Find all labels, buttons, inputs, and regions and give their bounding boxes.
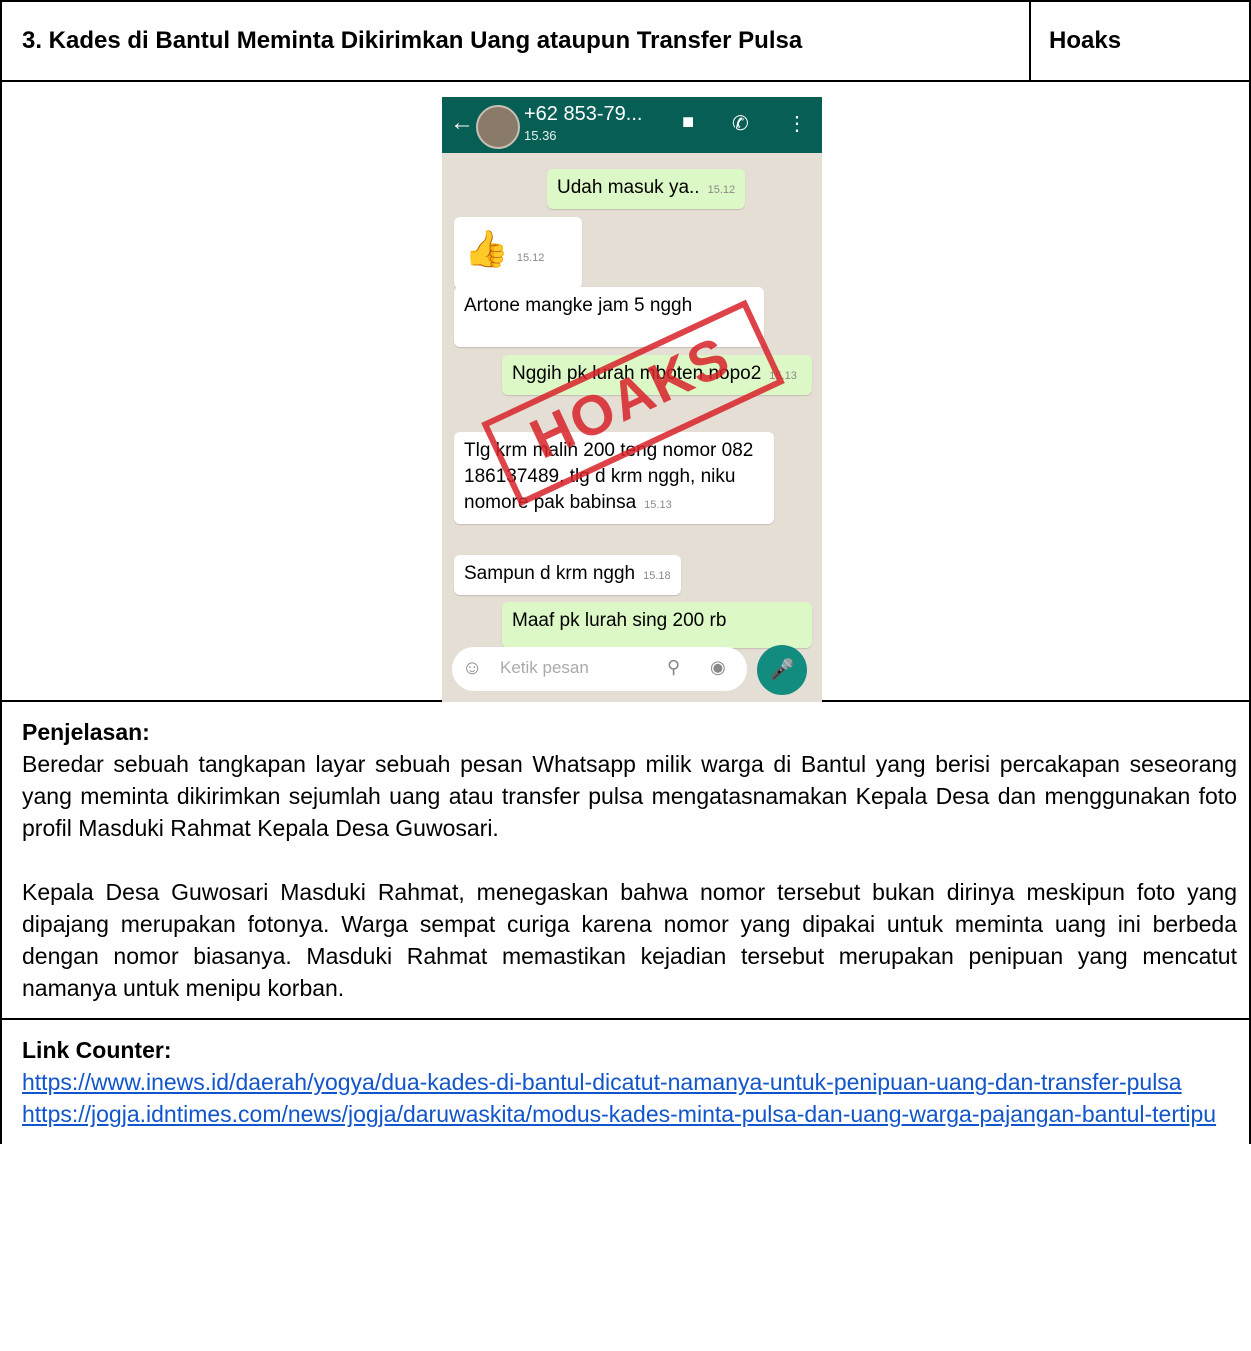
message-text: Sampun d krm nggh (464, 563, 636, 584)
phone-icon: ✆ (732, 113, 749, 135)
message-bubble: Maaf pk lurah sing 200 rb (502, 602, 812, 648)
input-placeholder: Ketik pesan (500, 658, 589, 677)
more-icon: ⋮ (787, 113, 807, 135)
report-table: 3. Kades di Bantul Meminta Dikirimkan Ua… (0, 0, 1251, 1144)
message-text: Udah masuk ya.. (557, 177, 700, 198)
message-bubble: Sampun d krm nggh 15.18 (454, 555, 681, 595)
hoax-report: 3. Kades di Bantul Meminta Dikirimkan Ua… (0, 0, 1251, 1144)
message-input[interactable]: ☺ Ketik pesan ⚲ ◉ (452, 647, 747, 691)
emoji-icon[interactable]: ☺ (462, 657, 482, 680)
verdict-label: Hoaks (1029, 0, 1251, 82)
link-counter-section: Link Counter: https://www.inews.id/daera… (0, 1018, 1251, 1144)
message-bubble: 👍 15.12 (454, 217, 582, 289)
counter-link-1[interactable]: https://www.inews.id/daerah/yogya/dua-ka… (22, 1066, 1237, 1098)
explanation-paragraph-2: Kepala Desa Guwosari Masduki Rahmat, men… (22, 879, 1237, 1001)
message-time: 15.12 (707, 184, 736, 196)
video-call-icon: ■ (682, 111, 695, 133)
whatsapp-screenshot: ← +62 853-79... 15.36 ■ ✆ ⋮ Udah masuk y… (442, 97, 822, 702)
avatar (476, 105, 520, 149)
contact-number: +62 853-79... (524, 103, 643, 125)
attach-icon[interactable]: ⚲ (667, 657, 680, 678)
counter-link-2[interactable]: https://jogja.idntimes.com/news/jogja/da… (22, 1098, 1237, 1130)
message-time: 15.18 (643, 570, 671, 582)
thumbs-up-icon: 👍 (464, 228, 509, 269)
last-seen: 15.36 (524, 128, 557, 143)
message-text: Maaf pk lurah sing 200 rb (512, 610, 727, 631)
back-arrow-icon: ← (450, 109, 474, 136)
report-title: 3. Kades di Bantul Meminta Dikirimkan Ua… (0, 0, 1031, 82)
message-text: Artone mangke jam 5 nggh (464, 295, 693, 316)
link-counter-heading: Link Counter: (22, 1037, 172, 1063)
explanation-section: Penjelasan: Beredar sebuah tangkapan lay… (0, 700, 1251, 1020)
explanation-heading: Penjelasan: (22, 719, 150, 745)
message-bubble: Udah masuk ya.. 15.12 (547, 169, 746, 209)
camera-icon[interactable]: ◉ (710, 657, 726, 678)
message-time: 15.13 (644, 499, 672, 511)
evidence-image-cell: ← +62 853-79... 15.36 ■ ✆ ⋮ Udah masuk y… (0, 80, 1251, 702)
message-time: 15.12 (516, 252, 545, 264)
chat-header: ← +62 853-79... 15.36 ■ ✆ ⋮ (442, 97, 822, 153)
explanation-paragraph-1: Beredar sebuah tangkapan layar sebuah pe… (22, 751, 1237, 841)
mic-icon[interactable]: 🎤 (757, 645, 807, 695)
